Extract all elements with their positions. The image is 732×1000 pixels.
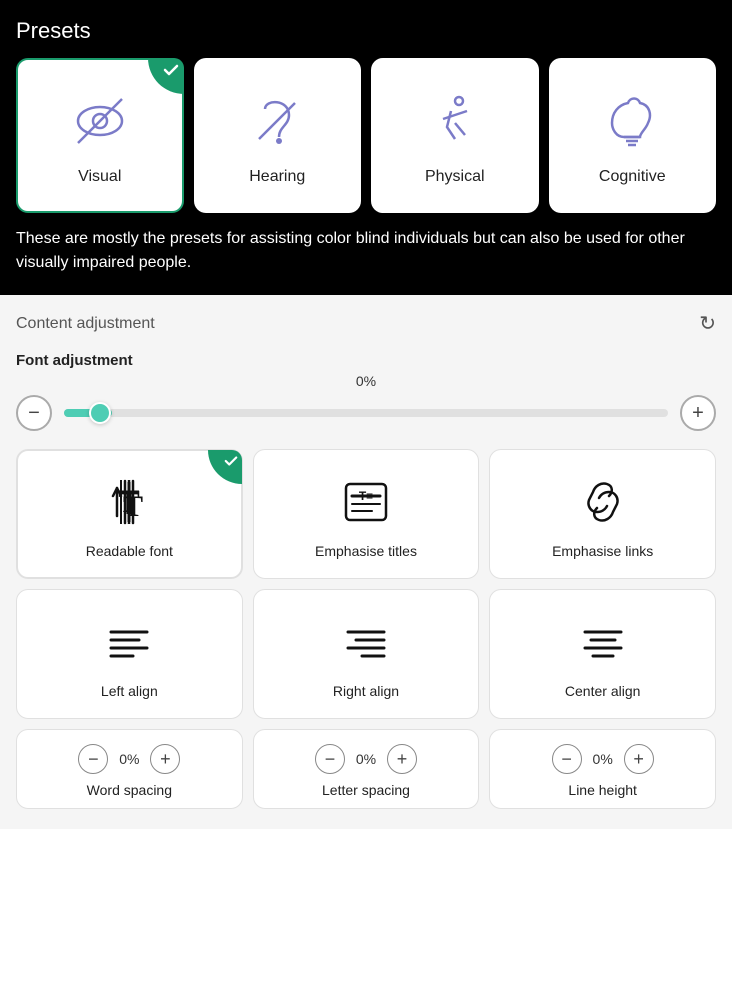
content-adjustment-title: Content adjustment — [16, 315, 155, 333]
cognitive-icon — [600, 89, 664, 158]
svg-text:T: T — [123, 490, 143, 523]
right-align-label: Right align — [333, 683, 399, 699]
spacing-card-letter: − 0% + Letter spacing — [253, 729, 480, 809]
preset-label-physical: Physical — [425, 168, 485, 186]
emphasise-links-label: Emphasise links — [552, 543, 653, 559]
preset-card-physical[interactable]: Physical — [371, 58, 539, 213]
preset-label-visual: Visual — [78, 168, 121, 186]
font-adj-value: 0% — [16, 373, 716, 389]
word-spacing-value: 0% — [114, 751, 144, 767]
preset-cards: Visual Hearing — [16, 58, 716, 213]
check-badge-visual — [148, 58, 184, 94]
content-card-emphasise-links[interactable]: Emphasise links — [489, 449, 716, 579]
emphasise-titles-label: Emphasise titles — [315, 543, 417, 559]
letter-spacing-decrease[interactable]: − — [315, 744, 345, 774]
physical-icon — [423, 89, 487, 158]
svg-text:T≡: T≡ — [359, 489, 373, 503]
content-card-center-align[interactable]: Center align — [489, 589, 716, 719]
check-badge-readable-font — [208, 450, 242, 484]
preset-description: These are mostly the presets for assisti… — [16, 227, 716, 275]
section-header: Content adjustment ↻ — [16, 311, 716, 336]
preset-card-hearing[interactable]: Hearing — [194, 58, 362, 213]
readable-font-label: Readable font — [86, 543, 173, 559]
word-spacing-increase[interactable]: + — [150, 744, 180, 774]
line-height-value: 0% — [588, 751, 618, 767]
letter-spacing-increase[interactable]: + — [387, 744, 417, 774]
emphasise-titles-icon: T≡ — [340, 476, 392, 533]
refresh-button[interactable]: ↻ — [699, 311, 716, 336]
letter-spacing-label: Letter spacing — [322, 782, 410, 798]
preset-card-cognitive[interactable]: Cognitive — [549, 58, 717, 213]
font-increase-button[interactable]: + — [680, 395, 716, 431]
bottom-section: Content adjustment ↻ Font adjustment 0% … — [0, 295, 732, 829]
center-align-icon — [577, 616, 629, 673]
center-align-label: Center align — [565, 683, 641, 699]
content-card-readable-font[interactable]: T T T Readable font — [16, 449, 243, 579]
content-grid: T T T Readable font — [16, 449, 716, 719]
spacing-card-line-height: − 0% + Line height — [489, 729, 716, 809]
slider-row: − + — [16, 395, 716, 431]
word-spacing-decrease[interactable]: − — [78, 744, 108, 774]
spacing-card-word: − 0% + Word spacing — [16, 729, 243, 809]
line-height-label: Line height — [568, 782, 637, 798]
font-slider-thumb[interactable] — [89, 402, 111, 424]
emphasise-links-icon — [577, 476, 629, 533]
top-section: Presets Visual — [0, 0, 732, 295]
line-height-increase[interactable]: + — [624, 744, 654, 774]
preset-label-hearing: Hearing — [249, 168, 305, 186]
left-align-label: Left align — [101, 683, 158, 699]
hearing-icon — [245, 89, 309, 158]
left-align-icon — [103, 616, 155, 673]
font-adjustment: Font adjustment 0% − + — [16, 352, 716, 431]
preset-label-cognitive: Cognitive — [599, 168, 666, 186]
preset-card-visual[interactable]: Visual — [16, 58, 184, 213]
visual-icon — [68, 89, 132, 158]
content-card-right-align[interactable]: Right align — [253, 589, 480, 719]
line-height-controls: − 0% + — [552, 744, 654, 774]
word-spacing-controls: − 0% + — [78, 744, 180, 774]
word-spacing-label: Word spacing — [87, 782, 172, 798]
readable-font-icon: T T T — [103, 476, 155, 533]
presets-title: Presets — [16, 18, 716, 44]
content-card-left-align[interactable]: Left align — [16, 589, 243, 719]
letter-spacing-value: 0% — [351, 751, 381, 767]
line-height-decrease[interactable]: − — [552, 744, 582, 774]
font-slider-track[interactable] — [64, 409, 668, 417]
font-decrease-button[interactable]: − — [16, 395, 52, 431]
right-align-icon — [340, 616, 392, 673]
content-card-emphasise-titles[interactable]: T≡ Emphasise titles — [253, 449, 480, 579]
font-adj-label: Font adjustment — [16, 352, 716, 369]
letter-spacing-controls: − 0% + — [315, 744, 417, 774]
spacing-grid: − 0% + Word spacing − 0% + Letter spacin… — [16, 729, 716, 809]
